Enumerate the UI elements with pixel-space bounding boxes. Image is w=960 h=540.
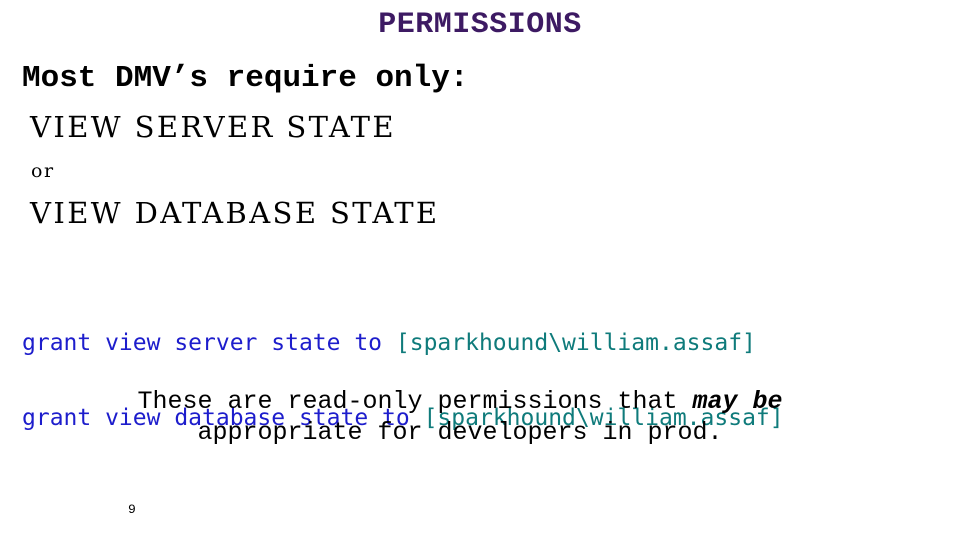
grant-code-block: grant view server state to [sparkhound\w… — [22, 281, 784, 481]
grant-server-principal: [sparkhound\william.assaf] — [395, 330, 756, 356]
permission-view-database-state: VIEW DATABASE STATE — [30, 196, 440, 230]
lead-statement: Most DMV’s require only: — [22, 61, 469, 96]
closing-emphasis: may be — [692, 387, 783, 416]
page-title: PERMISSIONS — [378, 8, 582, 42]
permission-separator-or: or — [31, 160, 55, 182]
closing-text-part-one: These are read-only permissions that — [137, 387, 693, 416]
closing-text-part-two: appropriate for developers in prod. — [197, 418, 723, 447]
slide-canvas: PERMISSIONS Most DMV’s require only: VIE… — [0, 0, 960, 540]
grant-server-keywords: grant view server state to — [22, 330, 396, 356]
page-number: 9 — [128, 502, 136, 517]
grant-statement-server: grant view server state to [sparkhound\w… — [22, 331, 784, 356]
permission-view-server-state: VIEW SERVER STATE — [30, 110, 396, 144]
closing-paragraph: These are read-only permissions that may… — [0, 386, 920, 448]
